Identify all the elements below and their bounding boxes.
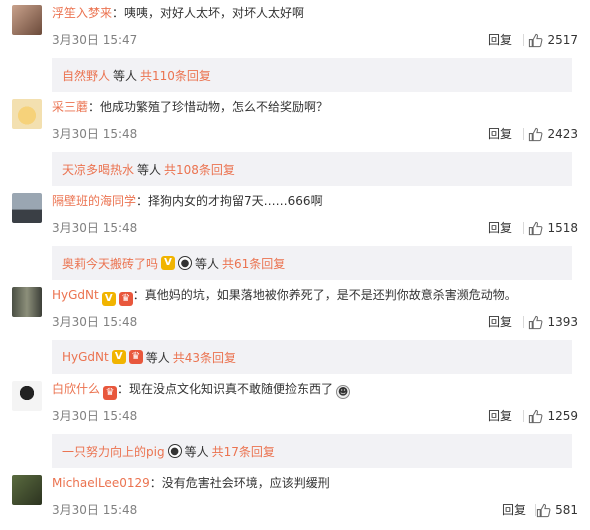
reply-button[interactable]: 回复 [488,220,512,236]
vip-level-icon: ♛ [128,350,143,364]
panda-icon: ● [167,444,182,458]
like-count: 581 [555,503,578,517]
replies-summary: 一只努力向上的pig ● 等人 共17条回复 [52,434,572,468]
comment-username[interactable]: 隔壁班的海同学 [52,194,136,208]
thumbs-up-icon [529,33,543,47]
comment-username[interactable]: 采三蘑 [52,100,88,114]
avatar[interactable] [12,99,42,129]
like-count: 2423 [547,127,578,141]
reply-username[interactable]: 天凉多喝热水 [62,161,134,178]
comment-item: MichaelLee0129：没有危害社会环境，应该判缓刑 3月30日 15:4… [0,470,590,530]
divider [523,222,524,234]
verified-v-icon: V [101,292,116,306]
thumbs-up-icon [529,315,543,329]
like-count: 2517 [547,33,578,47]
like-count: 1259 [547,409,578,423]
view-replies-link[interactable]: 共17条回复 [212,443,275,460]
comment-text: 他成功繁殖了珍惜动物，怎么不给奖励啊？ [100,100,329,114]
thumbs-up-icon [536,503,551,517]
like-button[interactable]: 1259 [528,407,578,425]
comment-item: 采三蘑：他成功繁殖了珍惜动物，怎么不给奖励啊？ 3月30日 15:48 回复 2… [0,94,590,188]
avatar[interactable] [12,193,42,223]
like-button[interactable]: 2423 [528,125,578,143]
comment-username[interactable]: 浮笙入梦来 [52,6,112,20]
vip-level-icon: ♛ [118,292,133,306]
divider [523,34,524,46]
panda-icon: ● [178,256,193,270]
comment-date: 3月30日 15:47 [52,33,138,47]
comment-item: 隔壁班的海同学：择狗内女的才拘留7天……666啊 3月30日 15:48 回复 … [0,188,590,282]
reply-button[interactable]: 回复 [488,32,512,48]
avatar[interactable] [12,287,42,317]
comment-item: 浮笙入梦来：咦咦，对好人太坏，对坏人太好啊 3月30日 15:47 回复 251… [0,0,590,94]
comment-date: 3月30日 15:48 [52,315,138,329]
like-button[interactable]: 1518 [528,219,578,237]
replies-summary: 奥莉今天搬砖了吗 V ● 等人 共61条回复 [52,246,572,280]
comment-text: 咦咦，对好人太坏，对坏人太好啊 [124,6,305,20]
like-button[interactable]: 581 [536,501,578,519]
comment-item: HyGdNt V ♛ ：真他妈的坑，如果落地被你养死了，是不是还判你故意杀害濒危动物。… [0,282,590,376]
replies-summary: 自然野人 等人 共110条回复 [52,58,572,92]
view-replies-link[interactable]: 共43条回复 [173,349,236,366]
verified-v-icon: V [111,350,126,364]
comment-date: 3月30日 15:48 [52,221,138,235]
comment-item: 白欣什么 ♛ ：现在没点文化知识真不敢随便捡东西了 ☻ 3月30日 15:48 回复 … [0,376,590,470]
like-count: 1518 [547,221,578,235]
thumbs-up-icon [529,409,543,423]
view-replies-link[interactable]: 共108条回复 [164,161,235,178]
reply-username[interactable]: 自然野人 [62,67,110,84]
comment-text: 现在没点文化知识真不敢随便捡东西了 [129,382,334,396]
comment-text: 择狗内女的才拘留7天……666啊 [148,194,323,208]
replies-summary: HyGdNt V ♛ 等人 共43条回复 [52,340,572,374]
reply-username[interactable]: 一只努力向上的pig [62,443,165,460]
divider [523,410,524,422]
comment-username[interactable]: 白欣什么 [52,382,100,396]
thumbs-up-icon [529,127,543,141]
avatar[interactable] [12,475,42,505]
comment-list: 浮笙入梦来：咦咦，对好人太坏，对坏人太好啊 3月30日 15:47 回复 251… [0,0,590,530]
verified-v-icon: V [161,256,176,270]
comment-text: 真他妈的坑，如果落地被你养死了，是不是还判你故意杀害濒危动物。 [144,288,517,302]
comment-date: 3月30日 15:48 [52,409,138,423]
divider [523,316,524,328]
comment-text: 没有危害社会环境，应该判缓刑 [161,476,330,490]
like-button[interactable]: 1393 [528,313,578,331]
thumbs-up-icon [529,221,543,235]
view-replies-link[interactable]: 共110条回复 [140,67,211,84]
comment-username[interactable]: MichaelLee0129 [52,476,150,490]
like-button[interactable]: 2517 [528,31,578,49]
like-count: 1393 [547,315,578,329]
reply-username[interactable]: HyGdNt [62,350,109,364]
vip-level-icon: ♛ [103,386,118,400]
reply-button[interactable]: 回复 [488,126,512,142]
comment-username[interactable]: HyGdNt [52,288,99,302]
avatar[interactable] [12,381,42,411]
reply-username[interactable]: 奥莉今天搬砖了吗 [62,255,158,272]
comment-date: 3月30日 15:48 [52,127,138,141]
reply-button[interactable]: 回复 [488,408,512,424]
avatar[interactable] [12,5,42,35]
replies-summary: 天凉多喝热水 等人 共108条回复 [52,152,572,186]
comment-date: 3月30日 15:48 [52,503,138,517]
emoji-face-icon: ☻ [336,385,351,399]
view-replies-link[interactable]: 共61条回复 [222,255,285,272]
divider [523,128,524,140]
reply-button[interactable]: 回复 [502,502,526,518]
reply-button[interactable]: 回复 [488,314,512,330]
